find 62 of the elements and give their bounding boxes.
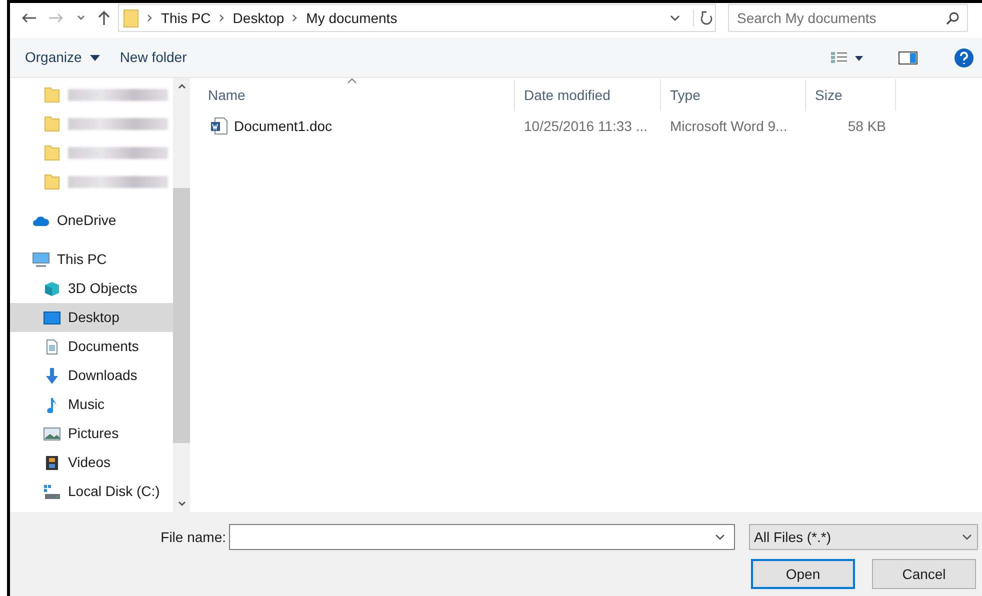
nav-item[interactable]: Desktop: [10, 303, 173, 332]
chevron-up-icon[interactable]: [176, 82, 186, 90]
chevron-right-icon: [218, 14, 225, 22]
chevron-down-icon: [961, 533, 973, 541]
type-cell-text: Microsoft Word 9...: [669, 116, 788, 136]
caret-icon: [90, 54, 100, 60]
column-header[interactable]: Name: [199, 79, 515, 111]
monitor-icon: [32, 252, 50, 268]
toolbar-button[interactable]: New folder: [120, 47, 187, 68]
folder-icon: [43, 144, 61, 160]
search-icon: [946, 11, 960, 25]
drive-icon: [43, 484, 61, 500]
picture-icon: [43, 426, 61, 442]
file-type-dropdown[interactable]: All Files (*.*): [749, 524, 978, 550]
dialog-button[interactable]: Cancel: [872, 559, 976, 589]
nav-item[interactable]: Pictures: [10, 419, 173, 448]
folder-icon: [43, 86, 61, 102]
preview-pane-icon[interactable]: [898, 50, 918, 64]
nav-item[interactable]: Documents: [10, 332, 173, 361]
chevron-right-icon: [292, 14, 298, 22]
folder-icon: [123, 8, 139, 28]
breadcrumb[interactable]: Desktop: [232, 8, 284, 28]
file-name-field[interactable]: [229, 524, 735, 550]
cube-icon: [43, 280, 61, 296]
size-cell-text: 58 KB: [846, 116, 886, 136]
nav-item[interactable]: Music: [10, 390, 173, 419]
field-label: File name:: [160, 528, 227, 546]
chevron-down-icon[interactable]: [669, 14, 681, 22]
chevron-down-icon[interactable]: [176, 500, 186, 508]
up-arrow-icon[interactable]: [97, 10, 111, 26]
search-field[interactable]: Search My documents: [728, 4, 968, 32]
address-bar[interactable]: This PC Desktop My documents: [118, 4, 716, 32]
column-header[interactable]: Size: [806, 79, 896, 111]
dialog-button[interactable]: Open: [751, 559, 855, 589]
breadcrumb[interactable]: My documents: [306, 8, 398, 28]
breadcrumb[interactable]: This PC: [161, 8, 211, 28]
download-arrow-icon: [43, 368, 61, 384]
refresh-icon[interactable]: [693, 10, 715, 26]
word-document-icon: [210, 117, 228, 135]
nav-item[interactable]: 3D Objects: [10, 274, 173, 303]
column-header[interactable]: Date modified: [515, 79, 661, 111]
nav-item[interactable]: Local Disk (C:): [10, 477, 173, 506]
chevron-right-icon: [147, 14, 153, 22]
column-header[interactable]: Type: [661, 79, 806, 111]
folder-icon: [43, 116, 61, 132]
chevron-down-icon[interactable]: [76, 14, 86, 22]
nav-item[interactable]: OneDrive: [10, 206, 173, 235]
date-cell-text: 10/25/2016 11:33 ...: [523, 116, 649, 136]
file-row[interactable]: Document1.doc 10/25/2016 11:33 ... Microsoft Word 9... 58 KB: [199, 111, 982, 141]
folder-icon: [43, 174, 61, 190]
nav-item[interactable]: This PC: [10, 245, 173, 274]
film-icon: [43, 454, 61, 470]
help-icon[interactable]: [954, 48, 974, 68]
scrollbar[interactable]: [173, 78, 190, 512]
nav-item[interactable]: Videos: [10, 448, 173, 477]
desktop-icon: [43, 310, 61, 326]
view-options-icon[interactable]: [830, 50, 866, 64]
nav-item[interactable]: Downloads: [10, 361, 173, 390]
file-name: Document1.doc: [234, 116, 332, 136]
chevron-down-icon: [714, 533, 726, 541]
back-arrow-icon[interactable]: [21, 12, 37, 24]
toolbar-button[interactable]: Organize: [25, 47, 100, 68]
